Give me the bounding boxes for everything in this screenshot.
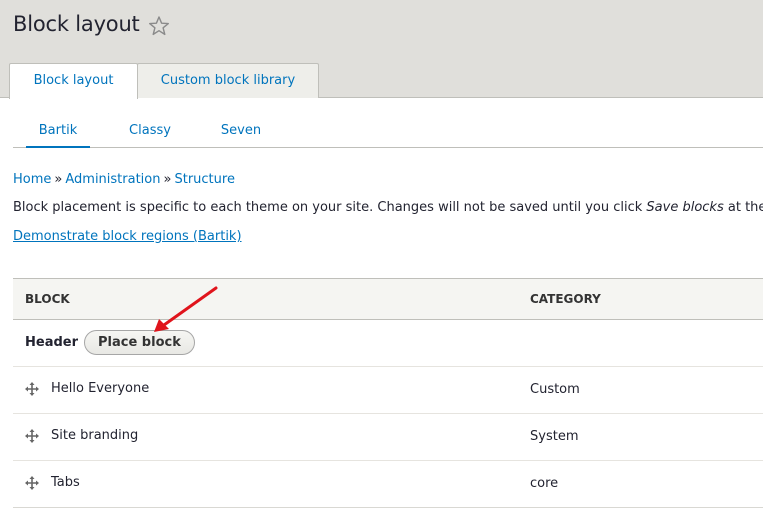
tab-label: Custom block library	[160, 73, 296, 88]
page-header: Block layout Block layout Custom block l…	[0, 0, 763, 99]
drag-handle-icon[interactable]	[25, 475, 39, 490]
column-header-category: CATEGORY	[530, 292, 601, 306]
block-name: Site branding	[51, 428, 139, 443]
block-name: Tabs	[51, 475, 80, 490]
drag-handle-icon[interactable]	[25, 381, 39, 396]
help-text-emphasis: Save blocks	[646, 200, 724, 215]
tab-label: Seven	[220, 123, 262, 138]
demonstrate-regions-link[interactable]: Demonstrate block regions (Bartik)	[13, 229, 242, 244]
block-category: core	[530, 476, 559, 491]
help-text-end: at the bot	[727, 200, 763, 215]
tab-custom-block-library[interactable]: Custom block library	[137, 63, 319, 98]
region-name: Header	[25, 335, 79, 350]
breadcrumb-home[interactable]: Home	[13, 172, 51, 187]
tab-seven[interactable]: Seven	[209, 114, 273, 147]
breadcrumb: Home» Administration» Structure	[13, 172, 235, 187]
table-row: Hello Everyone Custom	[13, 367, 763, 414]
tab-label: Classy	[129, 123, 171, 138]
tab-label: Bartik	[38, 123, 78, 138]
red-arrow-icon	[154, 286, 218, 332]
block-name: Hello Everyone	[51, 381, 150, 396]
breadcrumb-separator: »	[163, 172, 172, 187]
theme-tabs: Bartik Classy Seven	[13, 114, 763, 148]
column-header-block: BLOCK	[25, 292, 70, 306]
tab-classy[interactable]: Classy	[118, 114, 182, 147]
tab-label: Block layout	[33, 73, 114, 88]
help-text: Block placement is specific to each them…	[13, 200, 763, 215]
block-category: System	[530, 429, 579, 444]
breadcrumb-structure[interactable]: Structure	[174, 172, 234, 187]
table-row: Site branding System	[13, 414, 763, 461]
block-category: Custom	[530, 382, 580, 397]
region-row-header: Header Place block	[13, 320, 763, 367]
help-text-start: Block placement is specific to each them…	[13, 200, 647, 215]
breadcrumb-administration[interactable]: Administration	[65, 172, 160, 187]
page-title: Block layout	[13, 12, 140, 36]
table-row: Tabs core	[13, 461, 763, 508]
drag-handle-icon[interactable]	[25, 428, 39, 443]
breadcrumb-separator: »	[54, 172, 63, 187]
tab-bartik[interactable]: Bartik	[26, 114, 90, 148]
tab-block-layout[interactable]: Block layout	[9, 63, 138, 99]
star-icon[interactable]	[148, 15, 170, 37]
table-header: BLOCK CATEGORY	[13, 278, 763, 320]
